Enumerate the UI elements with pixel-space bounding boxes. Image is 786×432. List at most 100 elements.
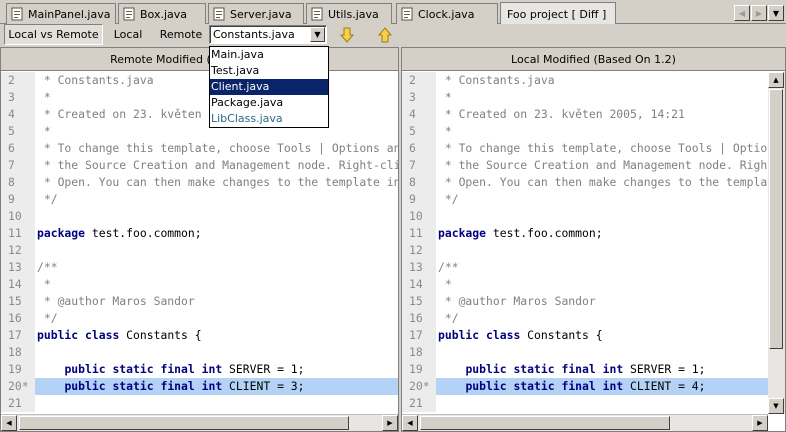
- line-text: [35, 208, 398, 225]
- line-number: 15: [402, 293, 436, 310]
- dropdown-option[interactable]: Package.java: [210, 95, 328, 111]
- vertical-scrollbar[interactable]: ▲ ▼: [768, 72, 785, 414]
- code-line: 8 * Open. You can then make changes to t…: [402, 174, 768, 191]
- scroll-down-button[interactable]: ▼: [768, 398, 784, 414]
- dropdown-option[interactable]: Main.java: [210, 47, 328, 63]
- tab-utils-java[interactable]: Utils.java: [306, 3, 392, 24]
- line-number: 15: [1, 293, 35, 310]
- keyword: public: [438, 328, 480, 342]
- line-number: 11: [402, 225, 436, 242]
- scroll-tabs-left-button[interactable]: ◀: [734, 5, 750, 21]
- scroll-thumb[interactable]: [420, 416, 670, 430]
- dropdown-option[interactable]: Test.java: [210, 63, 328, 79]
- diff-changed-line: 20* public static final int CLIENT = 3;: [1, 378, 398, 395]
- code-view[interactable]: 2 * Constants.java 3 * 4 * Created on 23. …: [402, 72, 768, 414]
- line-text: * Open. You can then make changes to the…: [444, 175, 768, 189]
- tab-box-java[interactable]: Box.java: [118, 3, 206, 24]
- horizontal-scrollbar[interactable]: ◀ ▶: [1, 414, 398, 431]
- scroll-up-button[interactable]: ▲: [768, 72, 784, 88]
- remote-button[interactable]: Remote: [156, 24, 206, 45]
- code-line: 15 * @author Maros Sandor: [1, 293, 398, 310]
- line-text: package test.foo.common;: [37, 226, 202, 240]
- tab-list-menu-button[interactable]: ▼: [768, 5, 784, 21]
- pane-header: Remote Modified (Based On 1.2): [1, 48, 398, 71]
- dropdown-option[interactable]: Client.java: [210, 79, 328, 95]
- line-number: 18: [1, 344, 35, 361]
- tab-label: Box.java: [140, 7, 187, 21]
- file-select-combo[interactable]: Constants.java ▼: [209, 25, 327, 44]
- line-text: [35, 242, 398, 259]
- triangle-down-icon: ▼: [314, 30, 321, 39]
- line-number: 8: [402, 174, 436, 191]
- scroll-tabs-right-button[interactable]: ▶: [751, 5, 767, 21]
- keyword: package: [438, 226, 487, 240]
- code-line: 15 * @author Maros Sandor: [402, 293, 768, 310]
- code-view[interactable]: 2 * Constants.java 3 * 4 * Created on 23. …: [1, 72, 398, 414]
- code-line: 2 * Constants.java: [1, 72, 398, 89]
- line-text: public class Constants {: [438, 328, 603, 342]
- triangle-down-icon: ▼: [773, 402, 779, 410]
- tab-clock-java[interactable]: Clock.java: [396, 3, 498, 24]
- diff-changed-line: 20* public static final int CLIENT = 4;: [402, 378, 768, 395]
- code-line: 16 */: [402, 310, 768, 327]
- code-line: 5 *: [1, 123, 398, 140]
- tab-label: Foo project [ Diff ]: [507, 7, 607, 21]
- line-text: public static final int CLIENT = 4;: [436, 378, 768, 395]
- line-number: 16: [402, 310, 436, 327]
- horizontal-scrollbar[interactable]: ◀ ▶: [402, 414, 768, 431]
- local-vs-remote-button[interactable]: Local vs Remote: [4, 24, 103, 45]
- line-number: 17: [402, 327, 436, 344]
- line-number: 10: [1, 208, 35, 225]
- pane-header: Local Modified (Based On 1.2): [402, 48, 785, 71]
- local-button[interactable]: Local: [108, 24, 148, 45]
- code-line: 10: [402, 208, 768, 225]
- line-number: 6: [402, 140, 436, 157]
- next-difference-button[interactable]: [338, 26, 356, 44]
- line-number: 5: [1, 123, 35, 140]
- line-text: * @author Maros Sandor: [438, 294, 596, 308]
- scroll-right-button[interactable]: ▶: [382, 415, 398, 431]
- line-number: 9: [402, 191, 436, 208]
- scroll-thumb[interactable]: [19, 416, 349, 430]
- line-number: 5: [402, 123, 436, 140]
- line-text: [436, 208, 768, 225]
- line-text: [35, 395, 398, 412]
- line-text: * Constants.java: [438, 73, 555, 87]
- triangle-right-icon: ▶: [757, 419, 763, 427]
- line-number: 3: [402, 89, 436, 106]
- tab-mainpanel-java[interactable]: MainPanel.java: [6, 3, 116, 24]
- line-number: 8: [1, 174, 35, 191]
- line-text: * the Source Creation and Management nod…: [444, 158, 768, 172]
- line-text: *: [438, 124, 452, 138]
- code-line: 21: [1, 395, 398, 412]
- dropdown-option[interactable]: LibClass.java: [210, 111, 328, 127]
- combo-arrow-button[interactable]: ▼: [310, 27, 325, 42]
- tab-foo-project-diff[interactable]: Foo project [ Diff ]: [500, 2, 616, 25]
- code-line: 4 * Created on 23. květen 2005, 14:21: [1, 106, 398, 123]
- tab-server-java[interactable]: Server.java: [208, 3, 304, 24]
- keyword: public: [465, 379, 507, 393]
- line-text: [35, 344, 398, 361]
- line-number: 7: [1, 157, 35, 174]
- tab-label: MainPanel.java: [28, 7, 111, 21]
- java-file-icon: [11, 7, 23, 21]
- line-number: 16: [1, 310, 35, 327]
- scroll-right-button[interactable]: ▶: [752, 415, 768, 431]
- line-text: * To change this template, choose Tools …: [43, 141, 398, 155]
- line-number: 14: [1, 276, 35, 293]
- code-line: 9 */: [402, 191, 768, 208]
- button-label: Local: [113, 28, 143, 41]
- keyword: public: [64, 362, 106, 376]
- line-number: 21: [1, 395, 35, 412]
- triangle-left-icon: ◀: [738, 8, 746, 18]
- previous-difference-button[interactable]: [376, 26, 394, 44]
- line-text: * @author Maros Sandor: [37, 294, 195, 308]
- scroll-thumb[interactable]: [769, 89, 783, 349]
- line-number: 13: [402, 259, 436, 276]
- scroll-left-button[interactable]: ◀: [1, 415, 17, 431]
- scroll-left-button[interactable]: ◀: [402, 415, 418, 431]
- line-text: public static final int CLIENT = 3;: [35, 378, 398, 395]
- keyword: static: [112, 379, 154, 393]
- code-line: 2 * Constants.java: [402, 72, 768, 89]
- tab-label: Clock.java: [418, 7, 475, 21]
